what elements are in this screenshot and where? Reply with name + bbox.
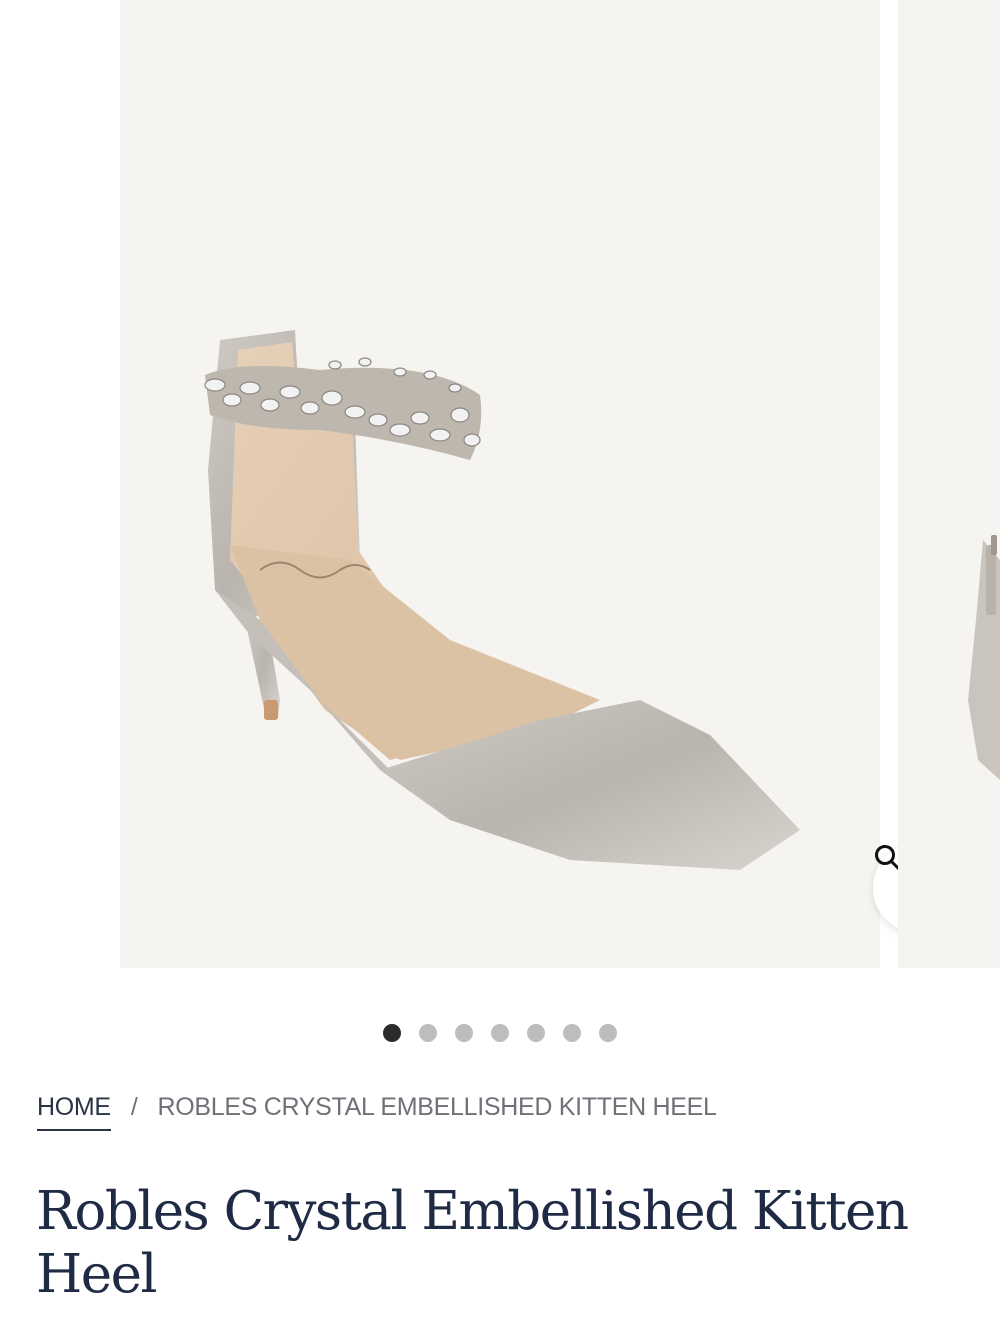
pagination-dot-1[interactable] xyxy=(383,1024,401,1042)
product-image-next-preview[interactable] xyxy=(898,0,1000,968)
breadcrumb-current: ROBLES CRYSTAL EMBELLISHED KITTEN HEEL xyxy=(157,1093,717,1121)
pagination-dot-4[interactable] xyxy=(491,1024,509,1042)
shoe-image-partial xyxy=(968,535,1000,780)
pagination-dot-6[interactable] xyxy=(563,1024,581,1042)
pagination-dot-7[interactable] xyxy=(599,1024,617,1042)
shoe-image xyxy=(204,330,800,870)
breadcrumb-home-link[interactable]: HOME xyxy=(37,1093,111,1131)
product-title: Robles Crystal Embellished Kitten Heel xyxy=(36,1181,909,1305)
breadcrumb: HOME / ROBLES CRYSTAL EMBELLISHED KITTEN… xyxy=(37,1093,717,1131)
pagination-dot-5[interactable] xyxy=(527,1024,545,1042)
pagination-dot-3[interactable] xyxy=(455,1024,473,1042)
breadcrumb-separator: / xyxy=(130,1093,138,1121)
product-image-main[interactable] xyxy=(120,0,963,968)
gallery-pagination xyxy=(0,1024,1000,1042)
pagination-dot-2[interactable] xyxy=(419,1024,437,1042)
product-image-gallery[interactable] xyxy=(0,0,1000,968)
